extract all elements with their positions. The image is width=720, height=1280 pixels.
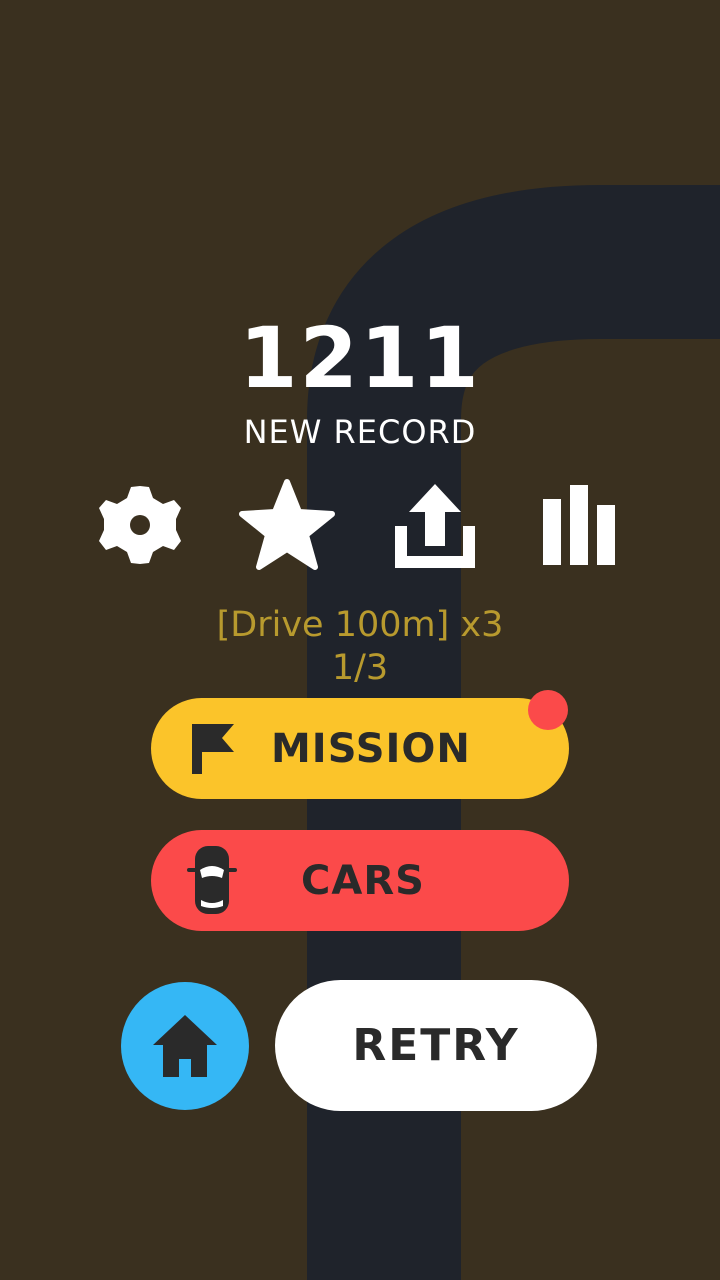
share-icon xyxy=(395,484,475,568)
new-record-label: NEW RECORD xyxy=(243,413,477,451)
mission-button-label: MISSION xyxy=(271,726,471,772)
flag-icon xyxy=(192,724,234,774)
mission-progress-text: 1/3 xyxy=(331,648,389,688)
cars-button-label: CARS xyxy=(301,858,425,904)
car-icon xyxy=(187,846,237,914)
rate-button[interactable] xyxy=(232,470,342,580)
home-button[interactable] xyxy=(121,982,249,1110)
leaderboard-button[interactable] xyxy=(524,470,634,580)
mission-task-text: [Drive 100m] x3 xyxy=(216,605,504,645)
score-value: 1211 xyxy=(239,309,481,407)
cars-button[interactable]: CARS xyxy=(151,830,569,931)
leaderboard-icon xyxy=(543,485,615,565)
gear-icon xyxy=(99,486,181,564)
star-icon xyxy=(239,479,335,570)
mission-button[interactable]: MISSION xyxy=(151,698,569,799)
notification-badge xyxy=(528,690,568,730)
retry-button[interactable]: RETRY xyxy=(275,980,597,1111)
share-button[interactable] xyxy=(380,470,490,580)
settings-button[interactable] xyxy=(85,470,195,580)
retry-button-label: RETRY xyxy=(352,1020,520,1071)
game-over-screen: 1211 NEW RECORD [Drive 100m] x3 1/3 MISS… xyxy=(0,0,720,1280)
home-icon xyxy=(153,1015,217,1077)
